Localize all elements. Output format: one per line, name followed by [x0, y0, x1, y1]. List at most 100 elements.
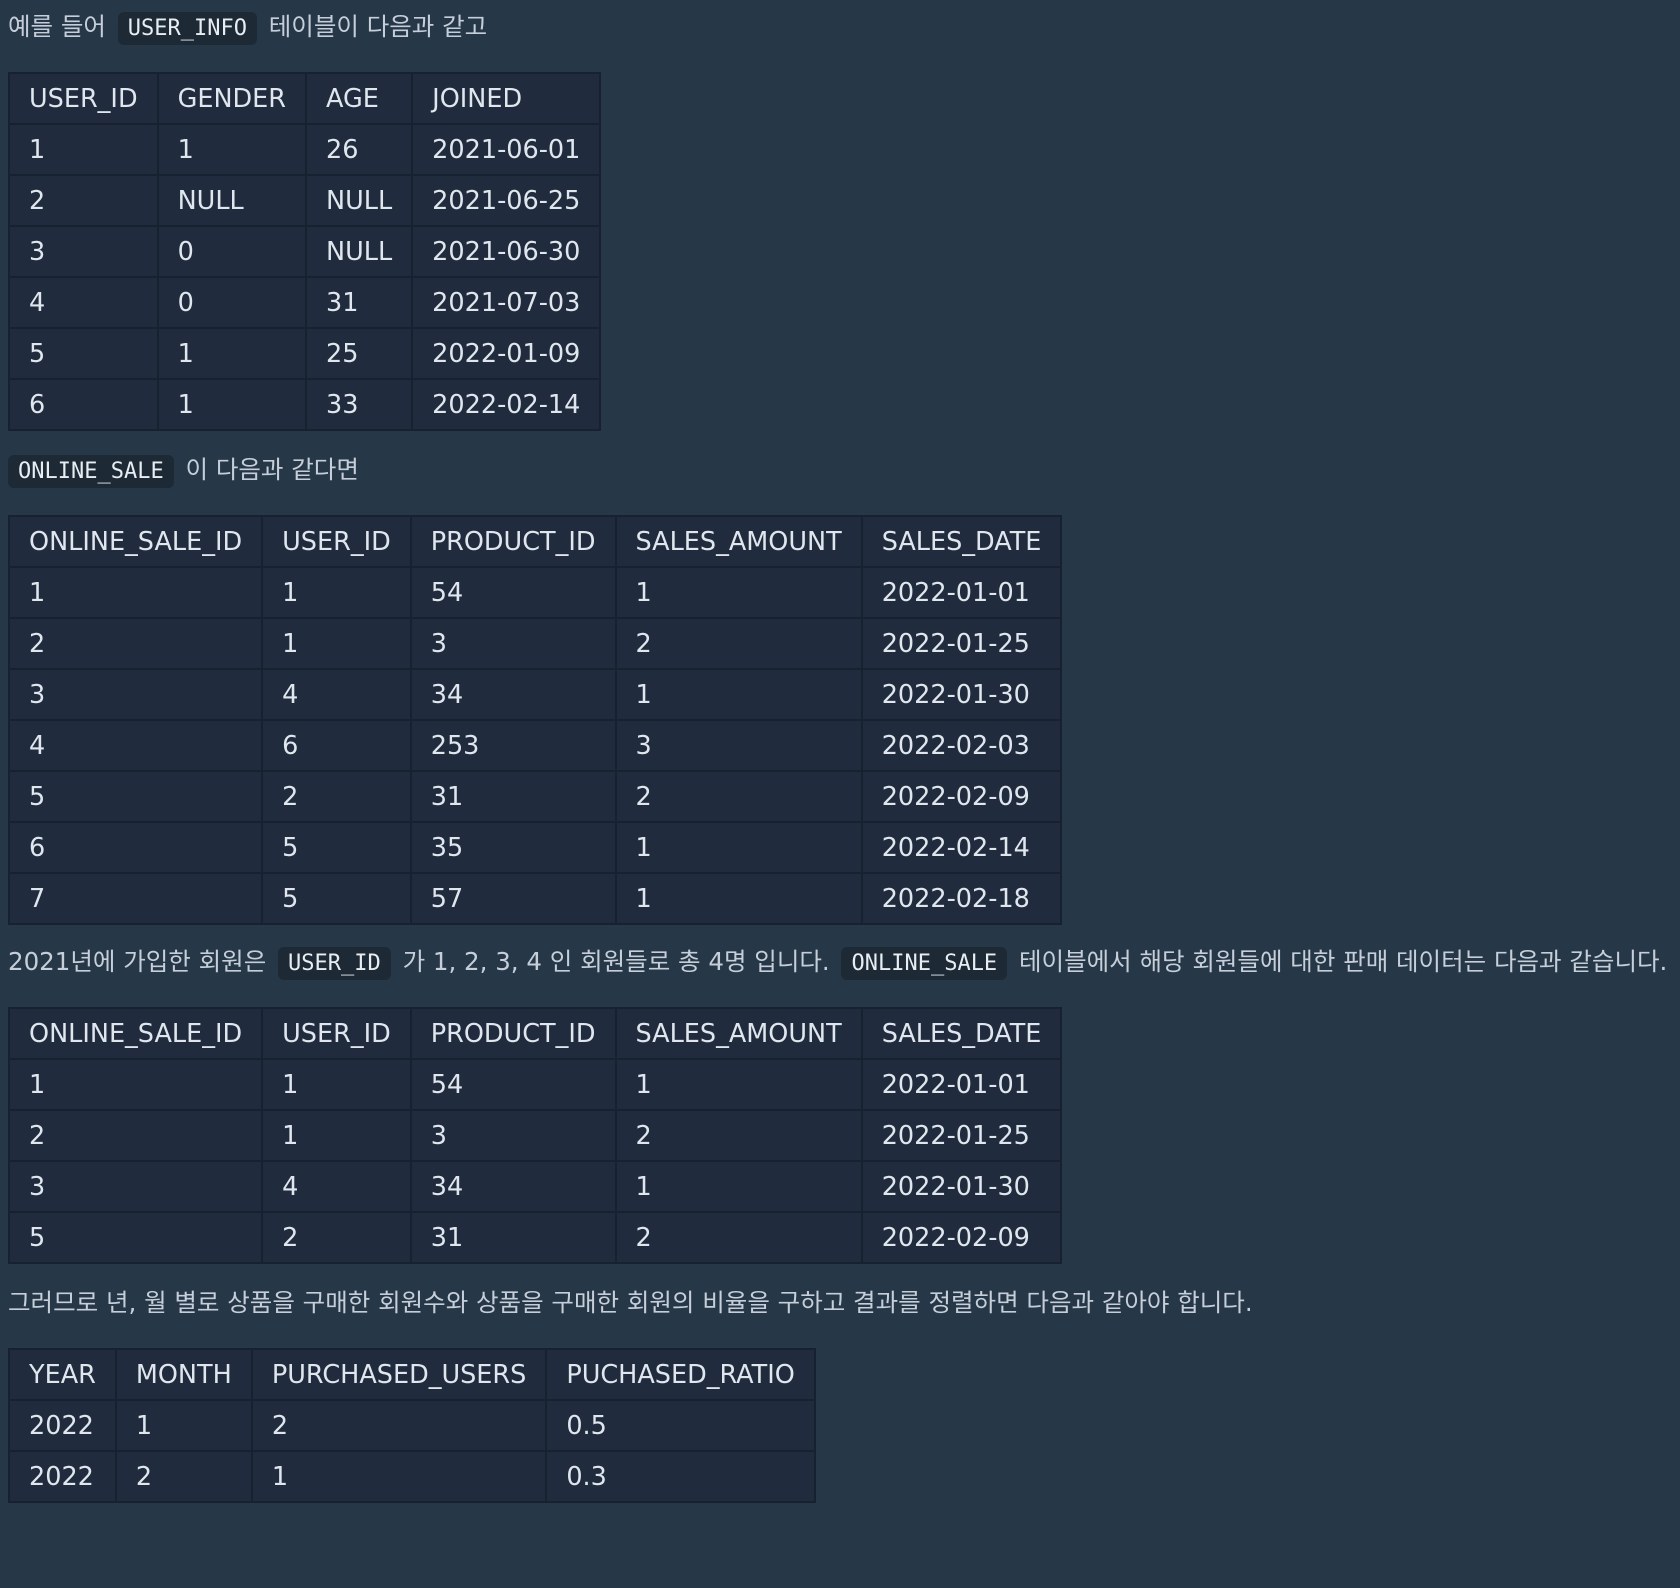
table-cell: 2022-02-14 [411, 378, 602, 431]
intro-prefix: 예를 들어 [8, 12, 106, 41]
table-cell: 2022-02-03 [860, 719, 1063, 772]
column-header: YEAR [8, 1348, 117, 1401]
table-cell: 1 [261, 1058, 412, 1111]
table-cell: 2 [614, 617, 863, 670]
table-row: 1 1 54 1 2022-01-01 [7, 566, 1063, 619]
table-cell: 5 [261, 821, 412, 874]
column-header: PUCHASED_RATIO [545, 1348, 816, 1401]
table-row: 5 1 25 2022-01-09 [8, 327, 602, 380]
table-cell: 2022 [8, 1450, 117, 1503]
table-cell: 2022-01-01 [860, 566, 1063, 619]
table-cell: 3 [7, 668, 264, 721]
column-header: ONLINE_SALE_ID [7, 515, 264, 568]
column-header: ONLINE_SALE_ID [7, 1007, 264, 1060]
table-cell: 1 [156, 327, 308, 380]
table-cell: 33 [305, 378, 414, 431]
table-cell: 54 [409, 1058, 617, 1111]
sale-intro-paragraph: ONLINE_SALE 이 다음과 같다면 [8, 443, 1672, 499]
column-header: SALES_DATE [860, 1007, 1063, 1060]
table-cell: 2 [7, 617, 264, 670]
table-cell: 1 [614, 566, 863, 619]
table-cell: 5 [261, 872, 412, 925]
table-cell: 2022-02-18 [860, 872, 1063, 925]
table-cell: 7 [7, 872, 264, 925]
table-row: 6 1 33 2022-02-14 [8, 378, 602, 431]
column-header: SALES_AMOUNT [614, 1007, 863, 1060]
table-cell: 2022-01-30 [860, 668, 1063, 721]
column-header: USER_ID [261, 1007, 412, 1060]
table-cell: 1 [8, 123, 159, 176]
column-header: PURCHASED_USERS [250, 1348, 548, 1401]
table-cell: 1 [7, 566, 264, 619]
table-row: 6 5 35 1 2022-02-14 [7, 821, 1063, 874]
table-cell: 54 [409, 566, 617, 619]
table-cell: NULL [305, 225, 414, 278]
table-cell: 34 [409, 1160, 617, 1213]
table-cell: 25 [305, 327, 414, 380]
table-cell: 26 [305, 123, 414, 176]
table-cell: 35 [409, 821, 617, 874]
table-cell: 2022-01-01 [860, 1058, 1063, 1111]
column-header: USER_ID [8, 72, 159, 125]
table-row: 5 2 31 2 2022-02-09 [7, 770, 1063, 823]
table-cell: 1 [156, 378, 308, 431]
table-cell: 1 [261, 617, 412, 670]
table-cell: 4 [7, 719, 264, 772]
table-cell: 2 [261, 1211, 412, 1264]
table-row: 2 1 3 2 2022-01-25 [7, 617, 1063, 670]
table-cell: 6 [8, 378, 159, 431]
table-row: 5 2 31 2 2022-02-09 [7, 1211, 1063, 1264]
table-cell: 2 [114, 1450, 253, 1503]
table-row: 3 0 NULL 2021-06-30 [8, 225, 602, 278]
table-row: 4 0 31 2021-07-03 [8, 276, 602, 329]
table-row: 3 4 34 1 2022-01-30 [7, 1160, 1063, 1213]
table-row: 2022 1 2 0.5 [8, 1399, 816, 1452]
table-cell: 2 [614, 770, 863, 823]
table-cell: 4 [8, 276, 159, 329]
table-cell: 1 [614, 872, 863, 925]
table-cell: 34 [409, 668, 617, 721]
table-row: 7 5 57 1 2022-02-18 [7, 872, 1063, 925]
result-table: YEAR MONTH PURCHASED_USERS PUCHASED_RATI… [8, 1348, 816, 1503]
table-cell: 1 [7, 1058, 264, 1111]
table-cell: 2 [250, 1399, 548, 1452]
table-cell: 3 [409, 1109, 617, 1162]
column-header: GENDER [156, 72, 308, 125]
filter-paragraph: 2021년에 가입한 회원은 USER_ID 가 1, 2, 3, 4 인 회원… [8, 935, 1672, 991]
table-cell: 2 [614, 1109, 863, 1162]
sale-intro-suffix: 이 다음과 같다면 [185, 455, 359, 484]
filter-text-part1: 2021년에 가입한 회원은 [8, 947, 267, 976]
table-cell: 2021-06-30 [411, 225, 602, 278]
table-cell: 4 [261, 668, 412, 721]
table-cell: 3 [614, 719, 863, 772]
table-header-row: ONLINE_SALE_ID USER_ID PRODUCT_ID SALES_… [7, 1007, 1063, 1060]
table-cell: 2022-02-09 [860, 1211, 1063, 1264]
table-cell: NULL [156, 174, 308, 227]
table-cell: 57 [409, 872, 617, 925]
table-cell: 6 [261, 719, 412, 772]
table-row: 2 1 3 2 2022-01-25 [7, 1109, 1063, 1162]
problem-description: 예를 들어 USER_INFO 테이블이 다음과 같고 USER_ID GEND… [7, 0, 1672, 1503]
column-header: AGE [305, 72, 414, 125]
table-cell: 3 [8, 225, 159, 278]
table-row: 2 NULL NULL 2021-06-25 [8, 174, 602, 227]
online-sale-code: ONLINE_SALE [841, 947, 1008, 980]
table-cell: 0.3 [545, 1450, 816, 1503]
table-cell: 1 [614, 1160, 863, 1213]
filtered-sale-table: ONLINE_SALE_ID USER_ID PRODUCT_ID SALES_… [7, 1007, 1063, 1264]
table-cell: 0 [156, 276, 308, 329]
intro-paragraph: 예를 들어 USER_INFO 테이블이 다음과 같고 [8, 0, 1672, 56]
table-header-row: ONLINE_SALE_ID USER_ID PRODUCT_ID SALES_… [7, 515, 1063, 568]
table-cell: 1 [261, 566, 412, 619]
table-cell: 5 [8, 327, 159, 380]
table-cell: 2022-02-09 [860, 770, 1063, 823]
table-cell: 1 [261, 1109, 412, 1162]
column-header: JOINED [411, 72, 602, 125]
online-sale-code: ONLINE_SALE [8, 455, 174, 488]
table-cell: NULL [305, 174, 414, 227]
table-cell: 31 [409, 1211, 617, 1264]
table-cell: 1 [614, 821, 863, 874]
table-cell: 1 [614, 1058, 863, 1111]
table-cell: 5 [7, 770, 264, 823]
table-cell: 253 [409, 719, 617, 772]
